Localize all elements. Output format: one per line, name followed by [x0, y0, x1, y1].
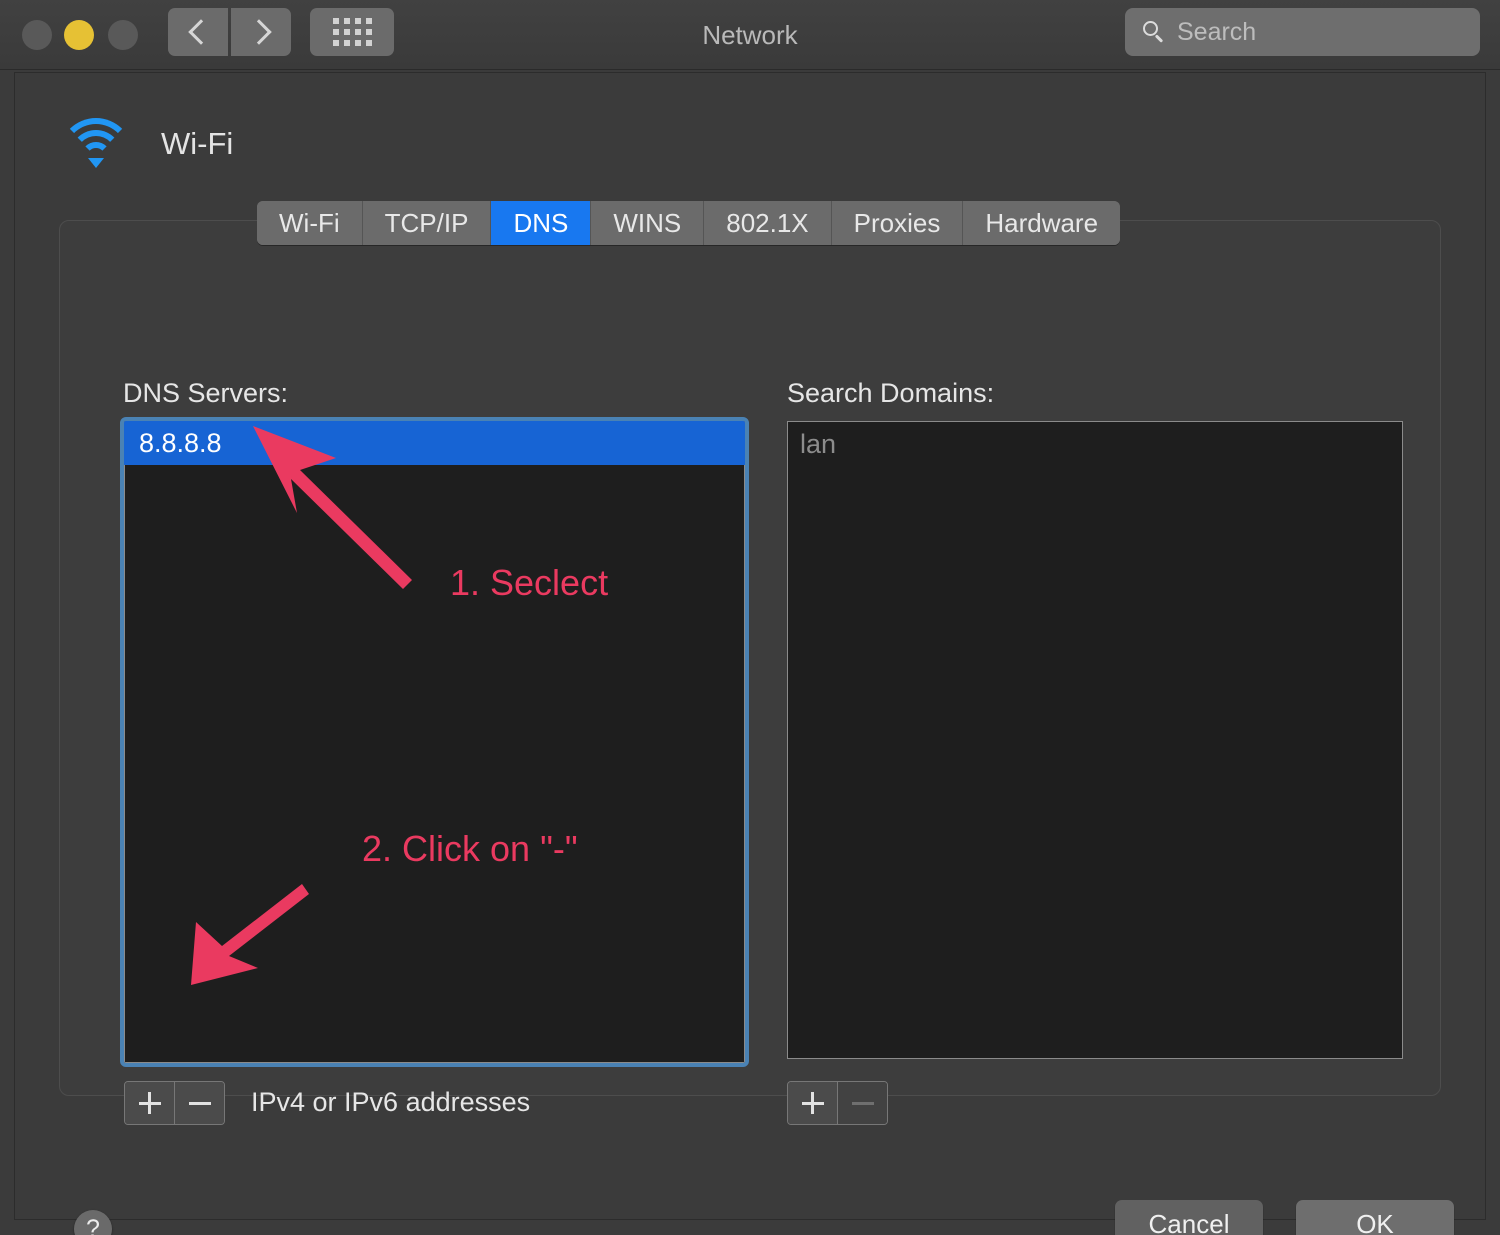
dns-hint-text: IPv4 or IPv6 addresses — [251, 1087, 531, 1117]
dns-servers-label: DNS Servers: — [123, 378, 289, 408]
dns-remove-button[interactable] — [175, 1082, 224, 1124]
dns-add-button[interactable] — [125, 1082, 175, 1124]
wifi-icon — [59, 118, 133, 170]
search-domains-label: Search Domains: — [787, 378, 995, 408]
tab-wins[interactable]: WINS — [591, 201, 705, 245]
dns-servers-list[interactable]: 8.8.8.8 — [120, 417, 749, 1067]
tab-hardware[interactable]: Hardware — [963, 201, 1121, 245]
window-titlebar: Network Search — [0, 0, 1500, 70]
search-domain-add-button[interactable] — [788, 1082, 838, 1124]
ok-button[interactable]: OK — [1296, 1200, 1454, 1235]
annotation-step-1: 1. Seclect — [450, 562, 609, 603]
search-placeholder: Search — [1177, 17, 1257, 46]
cancel-button[interactable]: Cancel — [1115, 1200, 1263, 1235]
help-button[interactable]: ? — [74, 1210, 112, 1235]
tab-bar: Wi-Fi TCP/IP DNS WINS 802.1X Proxies Har… — [257, 201, 1121, 245]
service-header: Wi-Fi — [59, 118, 233, 170]
search-domain-row[interactable]: lan — [788, 422, 1402, 466]
tab-wifi[interactable]: Wi-Fi — [257, 201, 363, 245]
tab-8021x[interactable]: 802.1X — [704, 201, 832, 245]
annotation-step-2: 2. Click on "-" — [362, 828, 578, 869]
tab-tcpip[interactable]: TCP/IP — [362, 201, 492, 245]
network-preferences-window: Network Search Wi-Fi Wi-Fi TCP/IP DNS WI… — [0, 0, 1500, 1235]
tab-dns[interactable]: DNS — [491, 201, 592, 245]
search-icon — [1143, 21, 1165, 43]
search-domains-list[interactable]: lan — [787, 421, 1403, 1059]
tab-proxies[interactable]: Proxies — [831, 201, 964, 245]
search-field[interactable]: Search — [1125, 8, 1480, 56]
search-domains-add-remove — [787, 1081, 888, 1125]
dns-servers-add-remove — [124, 1081, 225, 1125]
service-name: Wi-Fi — [161, 126, 234, 161]
search-domain-remove-button — [838, 1082, 887, 1124]
dns-server-row[interactable]: 8.8.8.8 — [124, 421, 745, 465]
window-body: Wi-Fi Wi-Fi TCP/IP DNS WINS 802.1X Proxi… — [14, 72, 1486, 1235]
